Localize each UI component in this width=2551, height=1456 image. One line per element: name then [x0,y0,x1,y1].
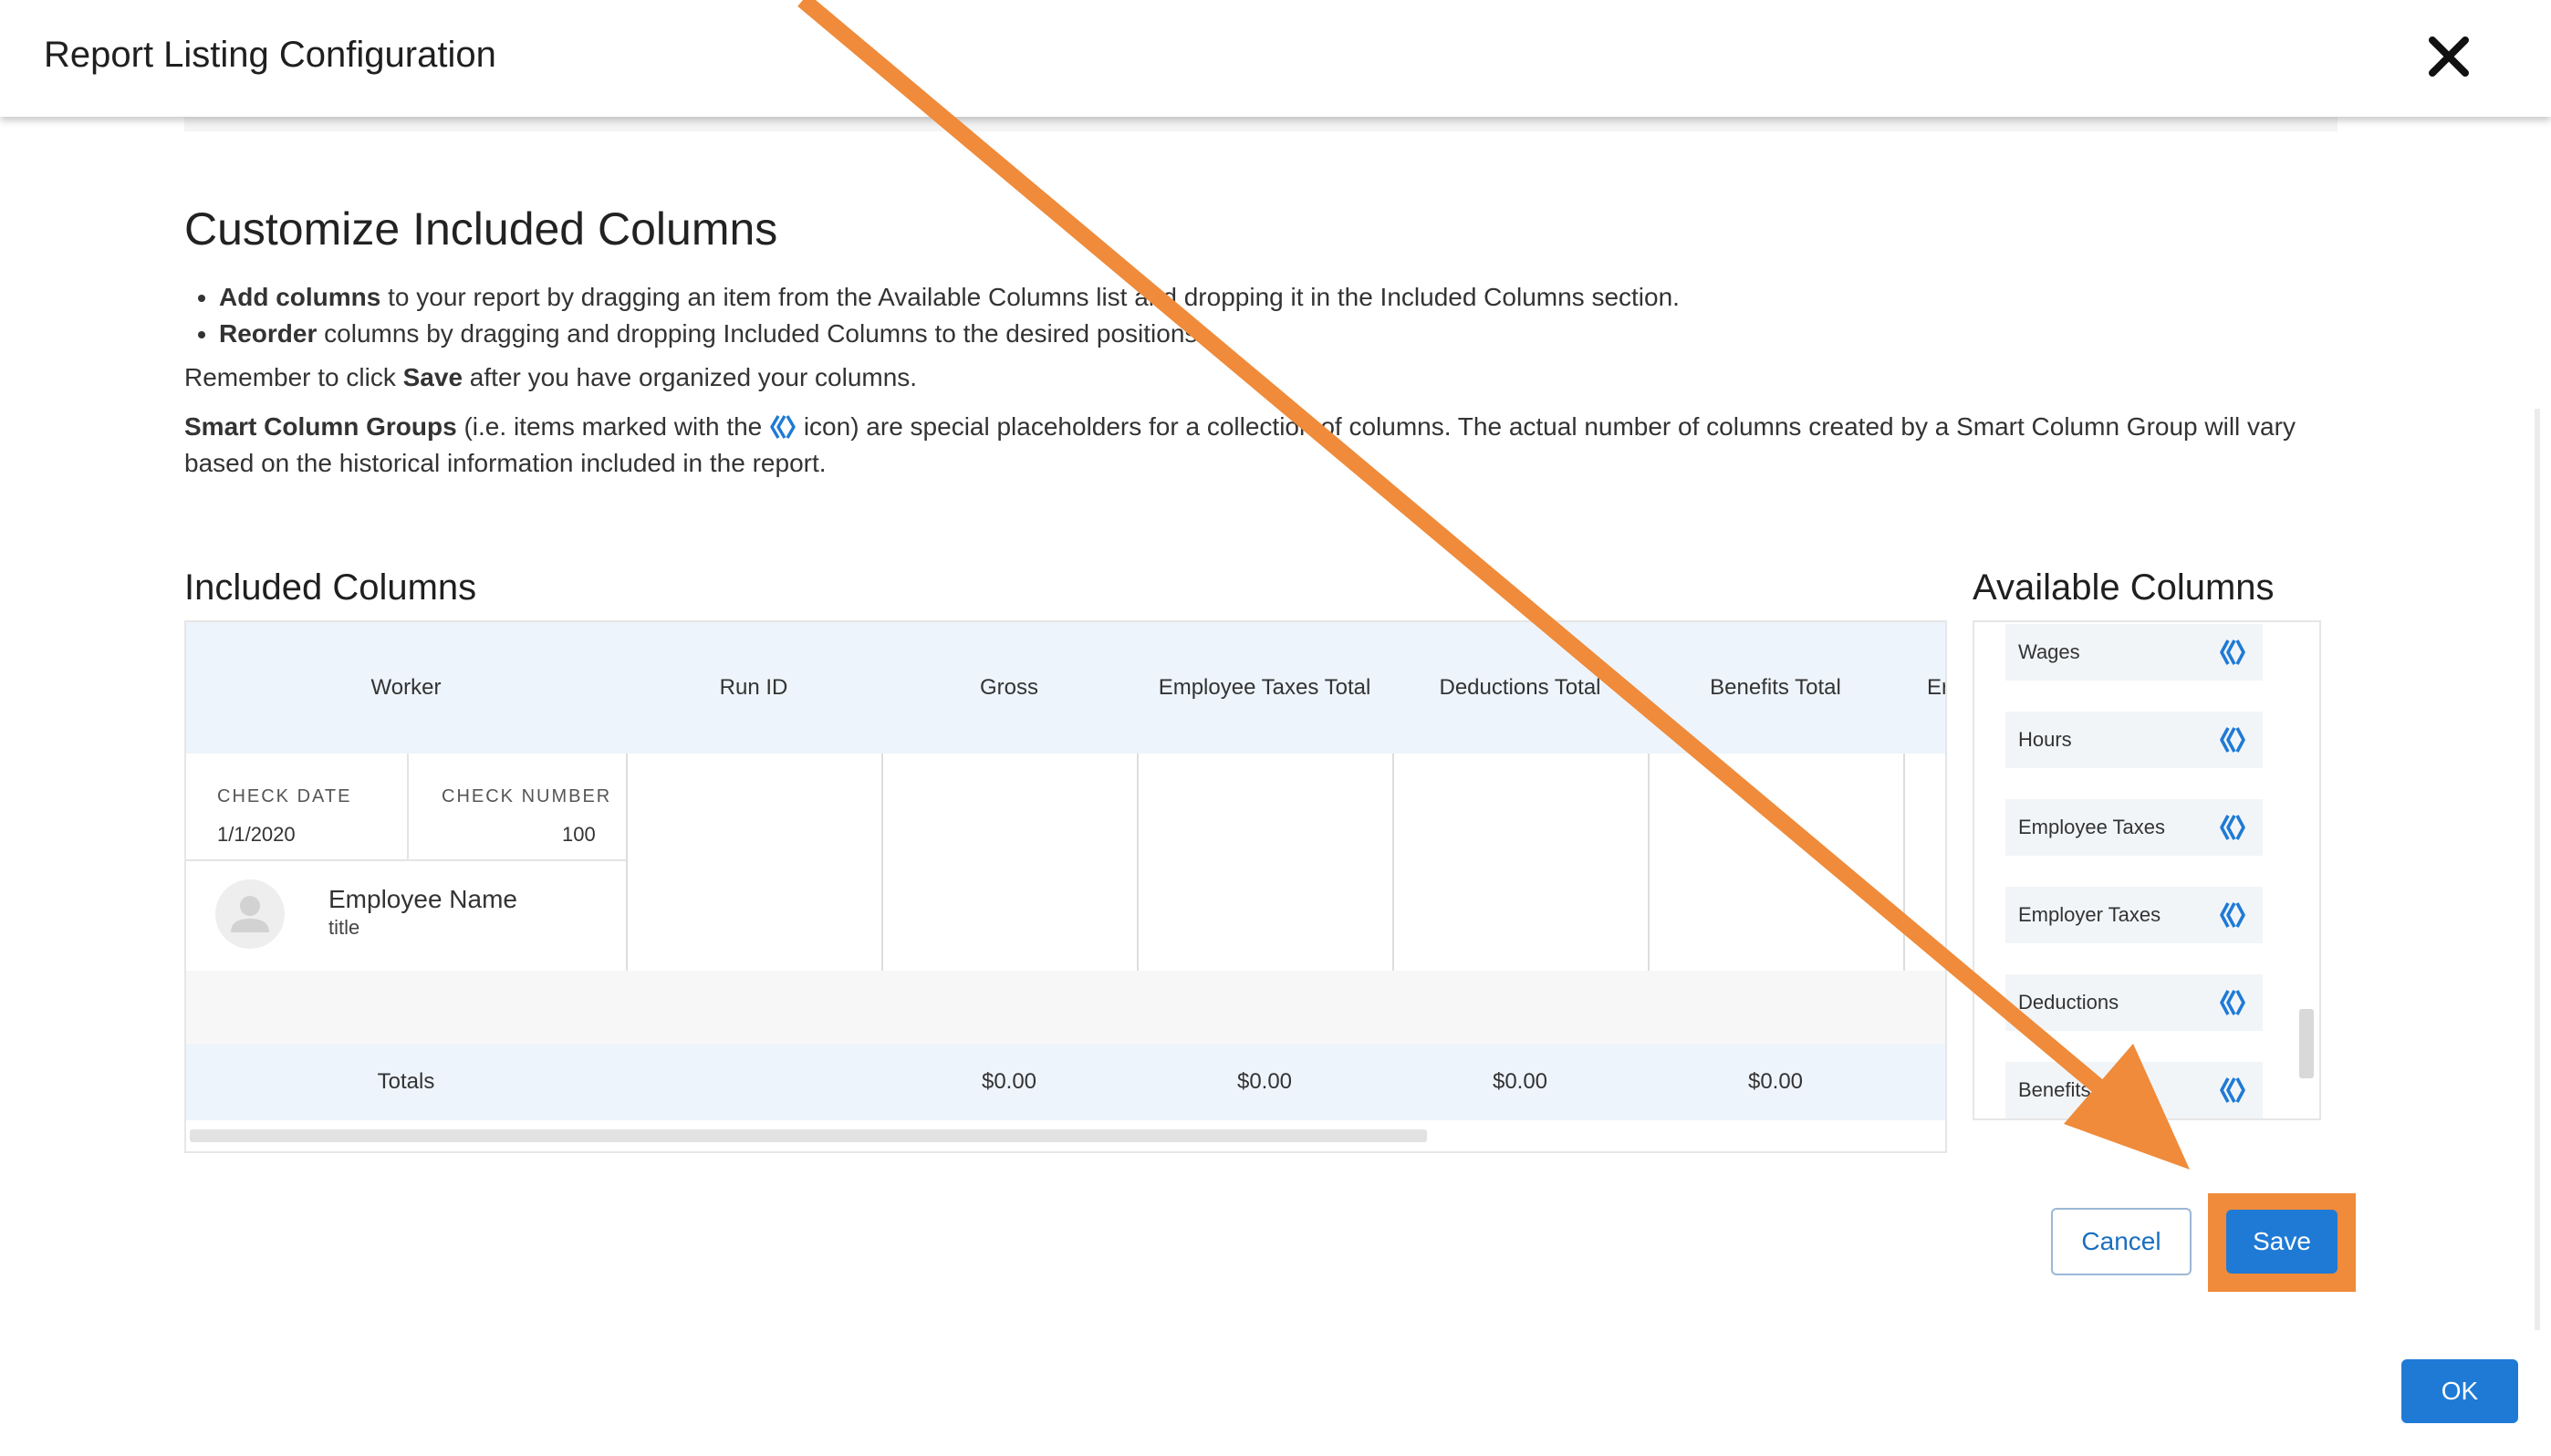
available-item-employer-taxes[interactable]: Employer Taxes [2005,887,2263,943]
horizontal-scrollbar[interactable] [190,1129,1427,1142]
instruction-add-text: to your report by dragging an item from … [380,283,1680,311]
smart-group-icon [2220,990,2245,1015]
column-header-employee-taxes-total[interactable]: Employee Taxes Total [1137,622,1392,754]
smart-pre: (i.e. items marked with the [456,412,770,441]
available-columns-list[interactable]: Wages Hours Employee Taxes Employer Taxe… [1973,620,2321,1120]
included-columns-table[interactable]: Worker CHECK DATE 1/1/2020 CHECK NUMBER … [184,620,1947,1153]
smart-group-icon [2220,640,2245,665]
column-header-worker[interactable]: Worker [186,622,626,754]
column-footer-spacer [626,971,881,1044]
available-item-label: Hours [2018,728,2072,751]
close-icon[interactable] [2423,27,2474,86]
check-info-row: CHECK DATE 1/1/2020 CHECK NUMBER 100 [186,754,626,861]
instruction-add-bold: Add columns [219,283,381,311]
check-date-value: 1/1/2020 [217,823,296,846]
column-header-benefits-total[interactable]: Benefits Total [1648,622,1903,754]
column-footer-spacer [1137,971,1392,1044]
smart-bold: Smart Column Groups [184,412,457,441]
employee-name: Employee Name [328,885,517,913]
available-item-wages[interactable]: Wages [2005,624,2263,681]
totals-label: Totals [186,1044,626,1120]
dialog-header: Report Listing Configuration [0,0,2551,117]
dialog-title: Report Listing Configuration [44,35,496,75]
included-columns-title: Included Columns [184,567,477,608]
cancel-button[interactable]: Cancel [2051,1208,2192,1275]
top-strip [184,117,2338,131]
column-header-deductions-total[interactable]: Deductions Total [1392,622,1648,754]
smart-group-icon [2220,1077,2245,1103]
check-number-label: CHECK NUMBER [442,786,612,806]
instruction-reorder-bold: Reorder [219,319,318,348]
customize-heading: Customize Included Columns [184,203,778,255]
total-benefits: $0.00 [1648,1044,1903,1120]
instruction-add: Add columns to your report by dragging a… [219,279,1680,316]
available-item-label: Benefits [2018,1078,2091,1101]
column-footer-spacer [1903,971,1945,1044]
available-item-label: Employer Taxes [2018,903,2161,926]
save-button[interactable]: Save [2226,1210,2338,1274]
total-partial [1903,1044,1945,1120]
total-run-id [626,1044,881,1120]
column-header-gross[interactable]: Gross [881,622,1137,754]
column-footer-spacer [881,971,1137,1044]
remember-text: Remember to click Save after you have or… [184,363,917,392]
column-run-id[interactable]: Run ID [626,622,883,1120]
avatar [215,879,285,949]
available-item-label: Employee Taxes [2018,816,2166,838]
remember-post: after you have organized your columns. [463,363,918,391]
column-header-run-id[interactable]: Run ID [626,622,881,754]
total-deductions: $0.00 [1392,1044,1648,1120]
column-worker[interactable]: Worker CHECK DATE 1/1/2020 CHECK NUMBER … [186,622,628,1120]
instruction-list: Add columns to your report by dragging a… [184,279,1680,352]
available-item-label: Deductions [2018,991,2119,1014]
remember-bold: Save [402,363,463,391]
column-partial[interactable]: Er [1903,622,1945,1120]
instruction-reorder: Reorder columns by dragging and dropping… [219,316,1680,352]
available-columns-title: Available Columns [1973,567,2275,608]
smart-group-icon [2220,902,2245,928]
column-gross[interactable]: Gross $0.00 [881,622,1139,1120]
total-employee-taxes: $0.00 [1137,1044,1392,1120]
column-header-partial[interactable]: Er [1903,622,1945,754]
column-employee-taxes-total[interactable]: Employee Taxes Total $0.00 [1137,622,1394,1120]
smart-group-icon [2220,815,2245,840]
remember-pre: Remember to click [184,363,403,391]
column-footer-spacer [1648,971,1903,1044]
smart-groups-text: Smart Column Groups (i.e. items marked w… [184,409,2301,482]
check-number-value: 100 [562,823,596,846]
check-divider [407,754,409,861]
column-footer-spacer [1392,971,1648,1044]
available-item-deductions[interactable]: Deductions [2005,974,2263,1031]
available-item-employee-taxes[interactable]: Employee Taxes [2005,799,2263,856]
employee-title: title [328,916,360,939]
ok-button[interactable]: OK [2401,1359,2518,1423]
available-item-label: Wages [2018,640,2080,663]
vertical-scrollbar[interactable] [2299,1009,2314,1078]
column-benefits-total[interactable]: Benefits Total $0.00 [1648,622,1905,1120]
page-scrollbar[interactable] [2535,409,2540,1330]
column-footer-spacer [186,971,626,1044]
smart-group-icon [2220,727,2245,753]
column-deductions-total[interactable]: Deductions Total $0.00 [1392,622,1650,1120]
row-divider [186,859,626,861]
instruction-reorder-text: columns by dragging and dropping Include… [317,319,1205,348]
available-item-hours[interactable]: Hours [2005,712,2263,768]
check-date-label: CHECK DATE [217,786,352,806]
total-gross: $0.00 [881,1044,1137,1120]
available-item-benefits[interactable]: Benefits [2005,1062,2263,1118]
smart-group-icon [769,413,797,439]
